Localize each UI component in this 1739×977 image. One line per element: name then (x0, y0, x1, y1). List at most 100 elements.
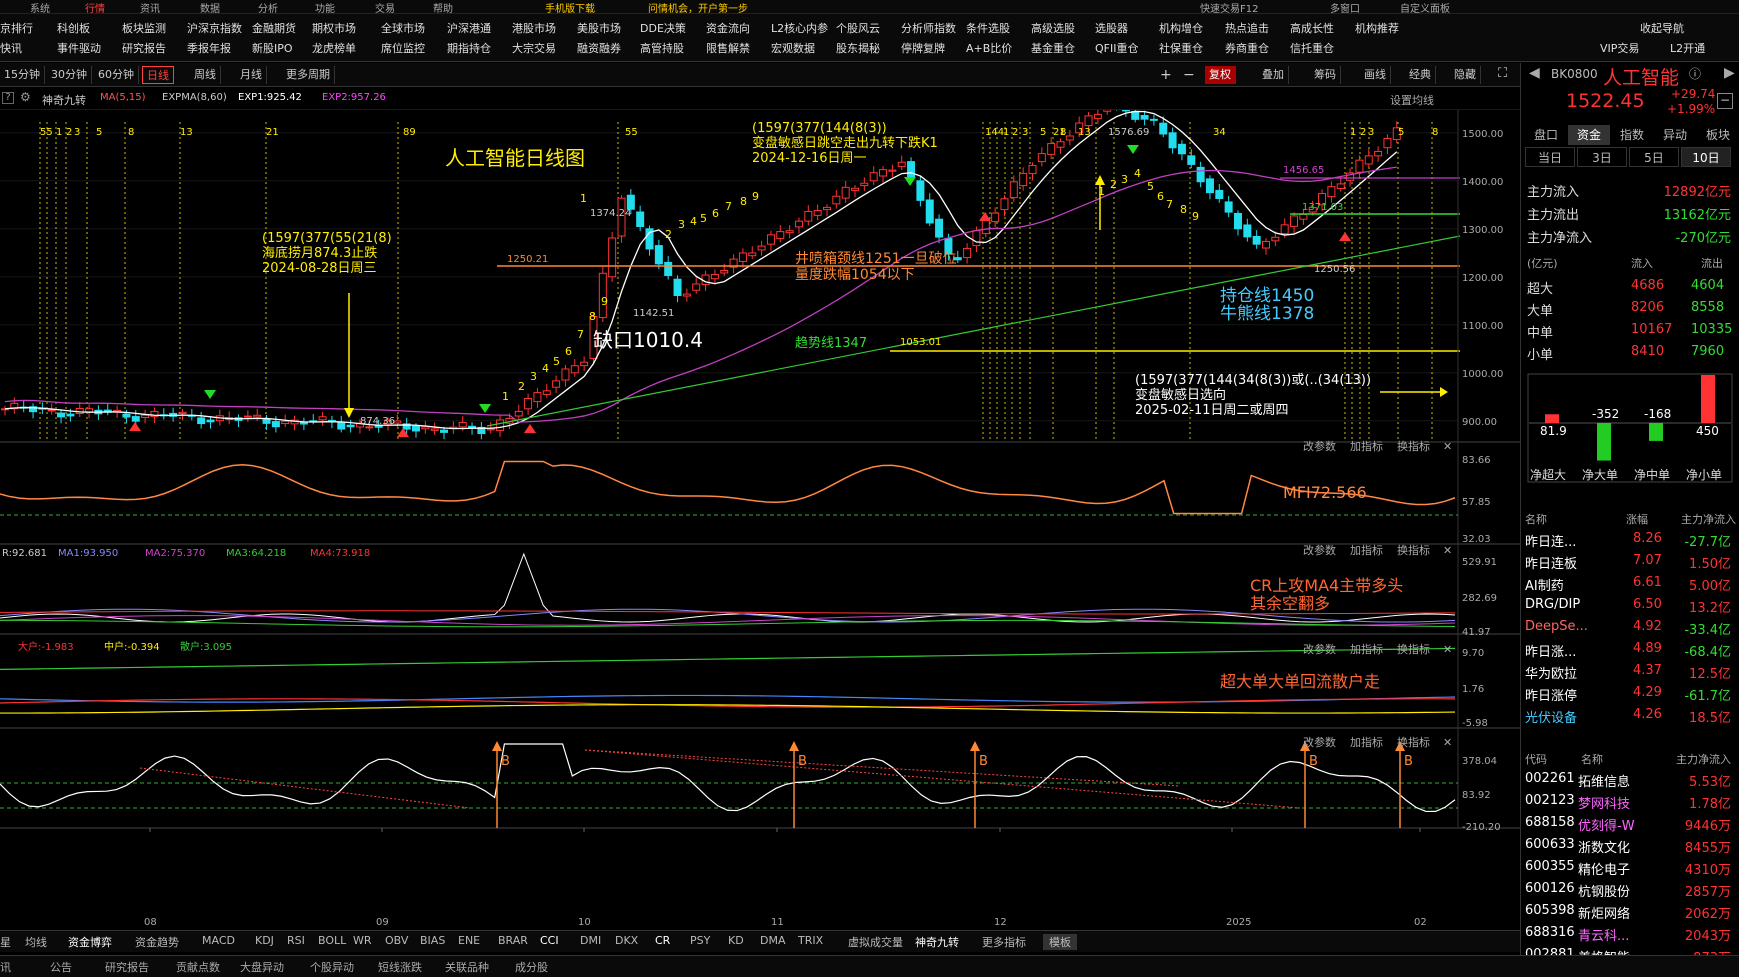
menu-data[interactable]: 数据 (200, 0, 220, 15)
indicator-tab[interactable]: DMI (580, 934, 601, 947)
quick-trade-button[interactable]: 快速交易F12 (1200, 0, 1258, 15)
minus-icon[interactable]: − (1183, 67, 1195, 83)
menu-row2-item[interactable]: 期指持仓 (447, 40, 491, 56)
sector-list-head[interactable]: 涨幅 (1626, 511, 1648, 527)
sector-list-head[interactable]: 主力净流入 (1681, 511, 1736, 527)
sector-list-name[interactable]: 昨日涨... (1525, 641, 1576, 660)
indicator-tab[interactable]: PSY (690, 934, 710, 947)
menu-row1-item[interactable]: 京排行 (0, 20, 33, 36)
menu-row1-item[interactable]: 条件选股 (966, 20, 1010, 36)
indicator-tab[interactable]: TRIX (798, 934, 823, 947)
menu-row1-item[interactable]: 个股风云 (836, 20, 880, 36)
sector-list-name[interactable]: 华为欧拉 (1525, 663, 1577, 682)
menu-row1-item[interactable]: 高级选股 (1031, 20, 1075, 36)
info-icon[interactable]: ⓘ (1689, 65, 1701, 82)
menu-row1-item[interactable]: 收起导航 (1640, 20, 1684, 36)
indicator-tab[interactable]: DMA (760, 934, 786, 947)
status-tab[interactable]: 成分股 (515, 959, 548, 975)
period-more[interactable]: 更多周期 (282, 66, 335, 84)
menu-row1-item[interactable]: 港股市场 (512, 20, 556, 36)
stock-name[interactable]: 梦网科技 (1578, 793, 1630, 812)
indicator-tab[interactable]: 更多指标 (982, 934, 1026, 950)
status-tab[interactable]: 研究报告 (105, 959, 149, 975)
sector-list-name[interactable]: 昨日涨停 (1525, 685, 1577, 704)
chart-area[interactable]: 1500.00 1400.00 1300.00 1200.00 1100.00 1000.… (0, 99, 1520, 930)
menu-row1-item[interactable]: 沪深港通 (447, 20, 491, 36)
menu-row2-item[interactable]: VIP交易 (1600, 40, 1639, 56)
menu-analysis[interactable]: 分析 (258, 0, 278, 15)
menu-row1-item[interactable]: 期权市场 (312, 20, 356, 36)
period-tab-1[interactable]: 3日 (1577, 147, 1627, 167)
indicator-tab[interactable]: OBV (385, 934, 408, 947)
period-monthly[interactable]: 月线 (236, 66, 267, 84)
menu-row2-item[interactable]: 快讯 (0, 40, 22, 56)
indicator-tab[interactable]: DKX (615, 934, 638, 947)
indicator-tab[interactable]: 神奇九转 (915, 934, 959, 950)
menu-system[interactable]: 系统 (30, 0, 50, 15)
sector-list-name[interactable]: 光伏设备 (1525, 707, 1577, 726)
menu-row2-item[interactable]: 龙虎榜单 (312, 40, 356, 56)
menu-row2-item[interactable]: 高管持股 (640, 40, 684, 56)
status-tab[interactable]: 贡献点数 (176, 959, 220, 975)
menu-row1-item[interactable]: 资金流向 (706, 20, 750, 36)
menu-row1-item[interactable]: 金融期货 (252, 20, 296, 36)
sector-list-head[interactable]: 名称 (1525, 511, 1547, 527)
menu-row2-item[interactable]: 限售解禁 (706, 40, 750, 56)
period-30min[interactable]: 30分钟 (47, 66, 92, 84)
status-tab[interactable]: 讯 (0, 959, 11, 975)
indicator-tab[interactable]: 星 (0, 934, 11, 950)
collapse-icon[interactable]: − (1717, 93, 1733, 109)
status-tab[interactable]: 大盘异动 (240, 959, 284, 975)
stock-code[interactable]: 600355 (1525, 859, 1575, 874)
menu-row2-item[interactable]: 季报年报 (187, 40, 231, 56)
indicator-tab[interactable]: RSI (287, 934, 305, 947)
sector-list-name[interactable]: DeepSe... (1525, 619, 1588, 634)
menu-row2-item[interactable]: 宏观数据 (771, 40, 815, 56)
plus-icon[interactable]: + (1160, 67, 1172, 83)
period-weekly[interactable]: 周线 (190, 66, 221, 84)
chips-button[interactable]: 筹码 (1310, 66, 1341, 84)
menu-row1-item[interactable]: 沪深京指数 (187, 20, 242, 36)
period-tab-2[interactable]: 5日 (1629, 147, 1679, 167)
stock-code[interactable]: 002261 (1525, 771, 1575, 786)
side-tab-2[interactable]: 指数 (1611, 125, 1653, 145)
menu-row2-item[interactable]: 事件驱动 (57, 40, 101, 56)
stock-code[interactable]: 600126 (1525, 881, 1575, 896)
indicator-tab[interactable]: KD (728, 934, 744, 947)
menu-row1-item[interactable]: 板块监测 (122, 20, 166, 36)
stock-name[interactable]: 浙数文化 (1578, 837, 1630, 856)
side-tab-1[interactable]: 资金 (1568, 125, 1610, 145)
indicator-tab[interactable]: BOLL (318, 934, 346, 947)
menu-row1-item[interactable]: 选股器 (1095, 20, 1128, 36)
side-tab-4[interactable]: 板块 (1697, 125, 1739, 145)
sector-list-name[interactable]: DRG/DIP (1525, 597, 1580, 612)
indicator-tab[interactable]: 资金趋势 (135, 934, 179, 950)
menu-trade[interactable]: 交易 (375, 0, 395, 15)
stock-code[interactable]: 688158 (1525, 815, 1575, 830)
menu-row1-item[interactable]: 美股市场 (577, 20, 621, 36)
stock-name[interactable]: 优刻得-W (1578, 815, 1635, 834)
stock-code[interactable]: 600633 (1525, 837, 1575, 852)
menu-row1-item[interactable]: 分析师指数 (901, 20, 956, 36)
ma-settings-button[interactable]: 设置均线 (1390, 92, 1434, 108)
stock-name[interactable]: 新炬网络 (1578, 903, 1630, 922)
menu-row1-item[interactable]: L2核心内参 (771, 20, 828, 36)
menu-row1-item[interactable]: DDE决策 (640, 20, 686, 36)
fullscreen-icon[interactable]: ⛶ (1498, 66, 1507, 81)
indicator-tab[interactable]: 资金博弈 (68, 934, 112, 950)
indicator-tab[interactable]: KDJ (255, 934, 274, 947)
indicator-tab[interactable]: ENE (458, 934, 480, 947)
indicator-tab[interactable]: BIAS (420, 934, 445, 947)
prev-arrow-icon[interactable]: ◀ (1529, 65, 1540, 81)
stock-name[interactable]: 杭钢股份 (1578, 881, 1630, 900)
classic-button[interactable]: 经典 (1405, 66, 1436, 84)
indicator-tab[interactable]: 均线 (25, 934, 47, 950)
menu-row2-item[interactable]: 停牌复牌 (901, 40, 945, 56)
menu-row1-item[interactable]: 科创板 (57, 20, 90, 36)
menu-row1-item[interactable]: 高成长性 (1290, 20, 1334, 36)
menu-quotes[interactable]: 行情 (85, 0, 105, 15)
menu-row2-item[interactable]: 席位监控 (381, 40, 425, 56)
status-tab[interactable]: 关联品种 (445, 959, 489, 975)
menu-row2-item[interactable]: 信托重仓 (1290, 40, 1334, 56)
period-daily[interactable]: 日线 (142, 66, 174, 84)
